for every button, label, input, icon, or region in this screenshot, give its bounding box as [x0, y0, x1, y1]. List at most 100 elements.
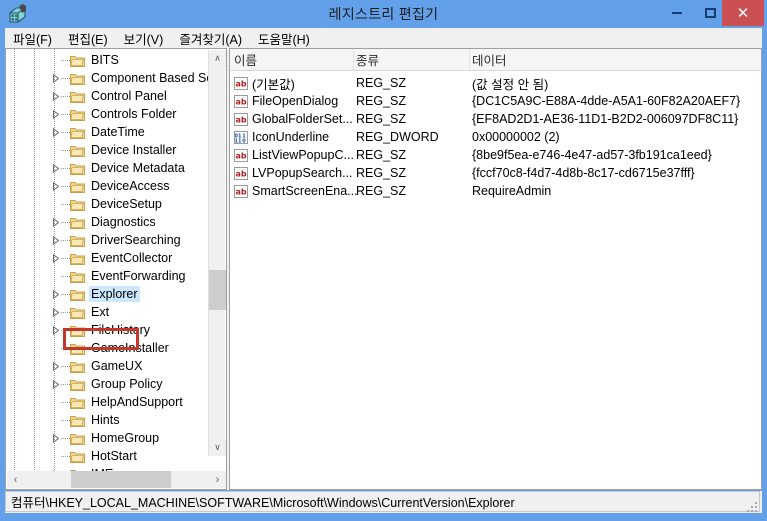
tree-item-eventcollector[interactable]: EventCollector: [6, 249, 210, 267]
tree-item-driversearching[interactable]: DriverSearching: [6, 231, 210, 249]
registry-editor-window: 레지스트리 편집기 ✕ 파일(F) 편집(E) 보기(V) 즐겨찾기(A) 도움말(H)…: [0, 0, 767, 521]
tree-hscrollbar-thumb[interactable]: [71, 471, 171, 488]
expand-chevron-icon[interactable]: [50, 87, 61, 105]
tree-item-group-policy[interactable]: Group Policy: [6, 375, 210, 393]
tree-item-label: BITS: [91, 53, 119, 67]
tree-connector-line: [61, 375, 70, 393]
column-header-data[interactable]: 데이터: [470, 49, 761, 70]
title-bar[interactable]: 레지스트리 편집기 ✕: [0, 0, 767, 28]
values-list[interactable]: ab (기본값) REG_SZ (값 설정 안 됨) ab FileOpenDialog R…: [230, 71, 761, 200]
folder-icon: [70, 342, 85, 355]
tree-item-controls-folder[interactable]: Controls Folder: [6, 105, 210, 123]
svg-text:0: 0: [242, 138, 246, 144]
tree-item-eventforwarding[interactable]: EventForwarding: [6, 267, 210, 285]
expand-chevron-icon[interactable]: [50, 231, 61, 249]
tree-connector-line: [61, 249, 70, 267]
tree-scroll-up-button[interactable]: ∧: [209, 50, 226, 67]
tree-item-diagnostics[interactable]: Diagnostics: [6, 213, 210, 231]
value-row[interactable]: 01 1 11 0 IconUnderline REG_DWORD 0x00000002 (…: [230, 128, 761, 146]
folder-icon: [70, 396, 85, 409]
folder-icon: [70, 216, 85, 229]
menu-help[interactable]: 도움말(H): [250, 28, 318, 49]
column-header-type[interactable]: 종류: [354, 49, 470, 70]
value-name-cell: ab LVPopupSearch...: [230, 166, 354, 180]
folder-icon: [70, 126, 85, 139]
tree-scroll-down-button[interactable]: ∨: [209, 439, 226, 456]
menu-view[interactable]: 보기(V): [116, 28, 172, 49]
tree-item-filehistory[interactable]: FileHistory: [6, 321, 210, 339]
tree-item-device-installer[interactable]: Device Installer: [6, 141, 210, 159]
expand-chevron-icon[interactable]: [50, 69, 61, 87]
status-bar: 컴퓨터\HKEY_LOCAL_MACHINE\SOFTWARE\Microsof…: [5, 491, 762, 513]
expand-chevron-icon[interactable]: [50, 357, 61, 375]
tree-scroll-left-button[interactable]: ‹: [7, 471, 24, 488]
expand-chevron-icon[interactable]: [50, 303, 61, 321]
expand-chevron-icon[interactable]: [50, 375, 61, 393]
tree-scroll-right-button[interactable]: ›: [209, 471, 226, 488]
tree-item-homegroup[interactable]: HomeGroup: [6, 429, 210, 447]
tree-item-bits[interactable]: BITS: [6, 51, 210, 69]
tree-item-ext[interactable]: Ext: [6, 303, 210, 321]
close-button[interactable]: ✕: [722, 0, 764, 26]
expand-chevron-icon[interactable]: [50, 213, 61, 231]
value-name-label: FileOpenDialog: [252, 94, 339, 108]
reg-sz-icon: ab: [234, 94, 248, 108]
value-data-cell: (값 설정 안 됨): [472, 77, 549, 92]
expand-chevron-icon[interactable]: [50, 177, 61, 195]
tree-item-gameux[interactable]: GameUX: [6, 357, 210, 375]
svg-text:ab: ab: [235, 169, 246, 178]
folder-icon: [70, 54, 85, 67]
tree-item-component-based-ser[interactable]: Component Based Ser: [6, 69, 210, 87]
tree-scrollbar-thumb[interactable]: [209, 270, 226, 310]
tree-vertical-scrollbar[interactable]: ∧ ∨: [208, 50, 226, 456]
registry-values-pane[interactable]: 이름 종류 데이터 ab (기본값) REG_SZ (값 설정 안 됨) ab FileO…: [229, 48, 762, 490]
tree-connector-line: [61, 159, 70, 177]
value-row[interactable]: ab LVPopupSearch... REG_SZ {fccf70c8-f4d7-4…: [230, 164, 761, 182]
menu-favorites[interactable]: 즐겨찾기(A): [171, 28, 250, 49]
tree-item-datetime[interactable]: DateTime: [6, 123, 210, 141]
expand-chevron-icon[interactable]: [50, 105, 61, 123]
menu-edit[interactable]: 편집(E): [60, 28, 116, 49]
values-column-header[interactable]: 이름 종류 데이터: [230, 49, 761, 71]
value-row[interactable]: ab (기본값) REG_SZ (값 설정 안 됨): [230, 74, 761, 92]
window-title: 레지스트리 편집기: [328, 6, 439, 22]
expand-chevron-icon[interactable]: [50, 159, 61, 177]
tree-item-devicesetup[interactable]: DeviceSetup: [6, 195, 210, 213]
value-type-cell: REG_SZ: [356, 184, 407, 198]
folder-icon: [70, 450, 85, 463]
value-row[interactable]: ab ListViewPopupC... REG_SZ {8be9f5ea-e746-…: [230, 146, 761, 164]
tree-horizontal-scrollbar[interactable]: ‹ ›: [7, 471, 226, 488]
value-row[interactable]: ab GlobalFolderSet... REG_SZ {EF8AD2D1-AE36…: [230, 110, 761, 128]
tree-item-explorer[interactable]: Explorer: [6, 285, 210, 303]
value-row[interactable]: ab SmartScreenEna... REG_SZ RequireAdmin: [230, 182, 761, 200]
expand-chevron-icon[interactable]: [50, 429, 61, 447]
value-data-cell: {DC1C5A9C-E88A-4dde-A5A1-60F82A20AEF7}: [472, 94, 741, 108]
minimize-button[interactable]: [662, 0, 692, 26]
tree-item-device-metadata[interactable]: Device Metadata: [6, 159, 210, 177]
registry-tree-pane[interactable]: BITS Component Based Ser Control Panel Cont…: [5, 48, 227, 490]
expand-chevron-icon[interactable]: [50, 285, 61, 303]
expand-chevron-icon[interactable]: [50, 249, 61, 267]
tree-item-label: GameInstaller: [91, 341, 169, 355]
value-row[interactable]: ab FileOpenDialog REG_SZ {DC1C5A9C-E88A-4dd…: [230, 92, 761, 110]
tree-item-hints[interactable]: Hints: [6, 411, 210, 429]
registry-tree[interactable]: BITS Component Based Ser Control Panel Cont…: [6, 49, 210, 473]
tree-item-hotstart[interactable]: HotStart: [6, 447, 210, 465]
tree-item-control-panel[interactable]: Control Panel: [6, 87, 210, 105]
value-type-cell: REG_SZ: [356, 94, 407, 108]
resize-grip[interactable]: [747, 499, 759, 512]
maximize-button[interactable]: [695, 0, 725, 26]
menu-bar: 파일(F) 편집(E) 보기(V) 즐겨찾기(A) 도움말(H): [5, 28, 762, 49]
tree-item-deviceaccess[interactable]: DeviceAccess: [6, 177, 210, 195]
menu-file[interactable]: 파일(F): [5, 28, 60, 49]
column-header-name[interactable]: 이름: [230, 49, 354, 70]
expand-chevron-icon[interactable]: [50, 123, 61, 141]
expand-chevron-icon[interactable]: [50, 321, 61, 339]
tree-item-gameinstaller[interactable]: GameInstaller: [6, 339, 210, 357]
client-area: BITS Component Based Ser Control Panel Cont…: [5, 48, 762, 490]
tree-item-label: Controls Folder: [91, 107, 177, 121]
tree-item-helpandsupport[interactable]: HelpAndSupport: [6, 393, 210, 411]
